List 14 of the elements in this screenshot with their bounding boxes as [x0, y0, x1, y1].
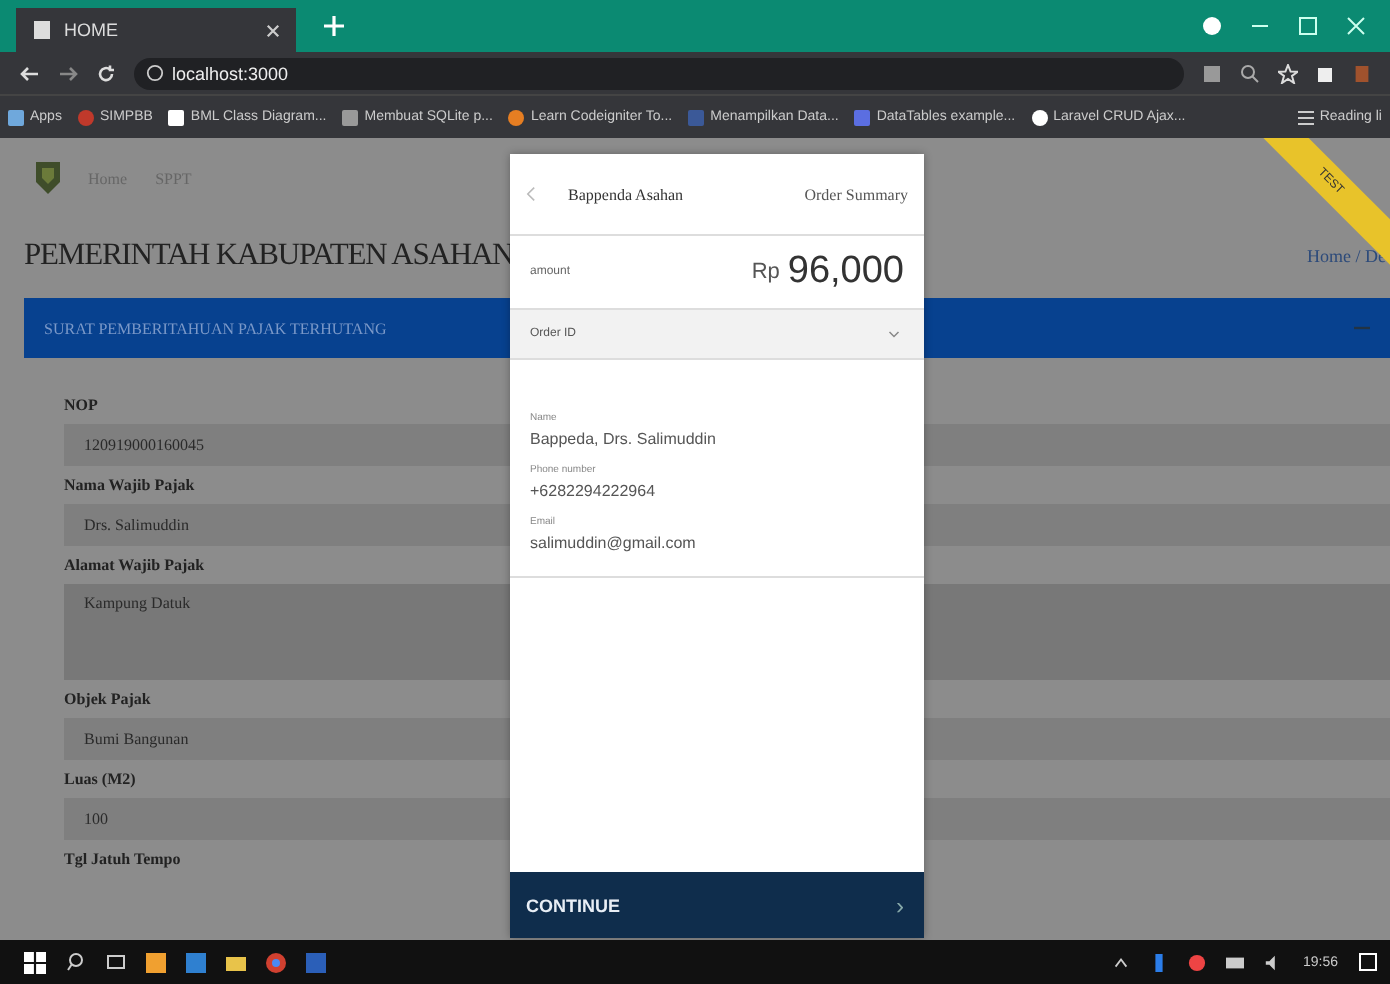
amount-value: 96,000: [787, 250, 904, 294]
field-label: NOP: [64, 394, 98, 418]
detail-value: salimuddin@gmail.com: [530, 534, 696, 552]
field-label: Alamat Wajib Pajak: [64, 554, 205, 578]
detail-value: +6282294222964: [530, 482, 656, 500]
field-label: Objek Pajak: [64, 688, 151, 712]
tab-title: HOME: [64, 20, 120, 40]
detail-value: Bappeda, Drs. Salimuddin: [530, 430, 716, 448]
field-label: Luas (M2): [64, 768, 136, 792]
field-label: Nama Wajib Pajak: [64, 474, 195, 498]
field-label: Tgl Jatuh Tempo: [64, 848, 181, 872]
merchant-name: Bappenda Asahan: [568, 185, 686, 203]
page-title: PEMERINTAH KABUPATEN ASAHAN: [24, 238, 514, 274]
currency-label: Rp: [751, 260, 780, 284]
